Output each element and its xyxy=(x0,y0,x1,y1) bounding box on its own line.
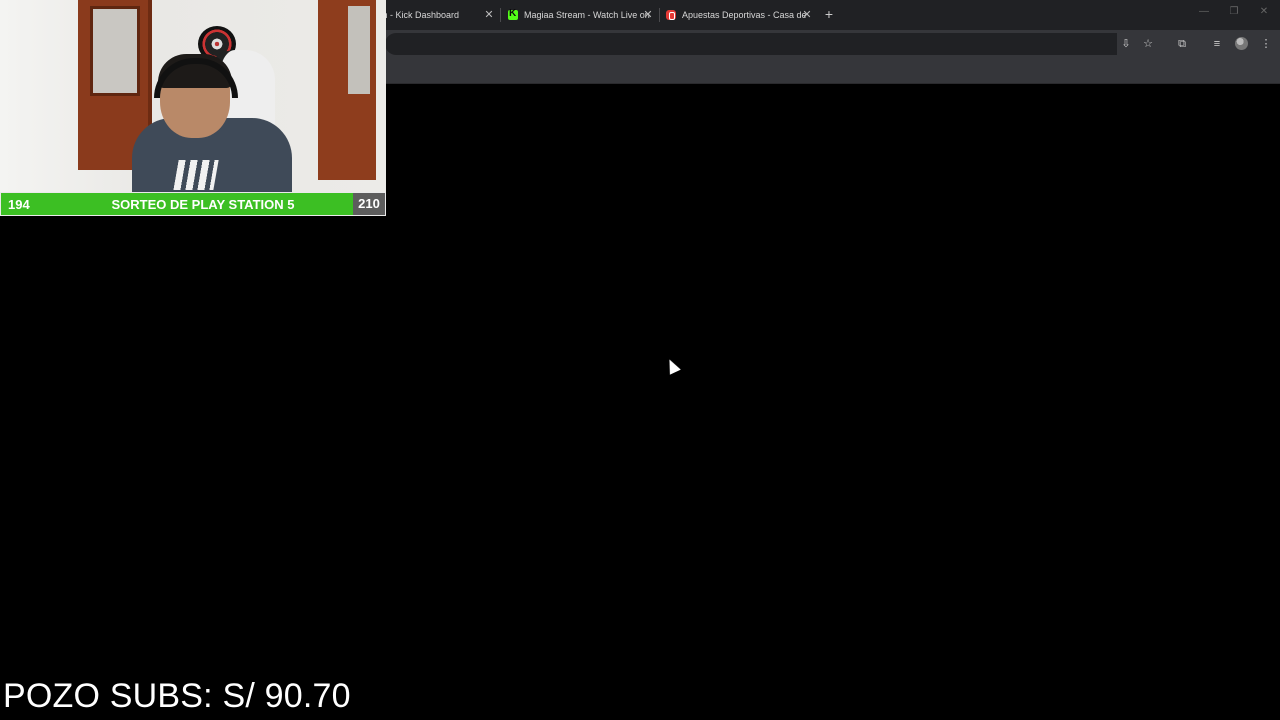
tab-title: Apuestas Deportivas - Casa de xyxy=(682,10,807,20)
banner-left-count: 194 xyxy=(8,196,30,212)
banner-right-count: 210 xyxy=(353,193,385,215)
tab-kick-dashboard[interactable]: m - Kick Dashboard ✕ xyxy=(380,4,495,26)
webcam-feed xyxy=(0,0,386,193)
tab-title: m - Kick Dashboard xyxy=(380,10,460,20)
new-tab-button[interactable]: + xyxy=(822,5,836,23)
address-bar[interactable] xyxy=(385,33,1117,55)
install-icon[interactable]: ⇩ xyxy=(1119,37,1133,51)
tab-close-icon[interactable]: ✕ xyxy=(801,8,813,22)
tab-close-icon[interactable]: ✕ xyxy=(483,8,495,22)
restore-icon[interactable]: ❐ xyxy=(1227,6,1241,17)
tab-apuestas-deportivas[interactable]: Apuestas Deportivas - Casa de ✕ xyxy=(666,4,813,26)
menu-kebab-icon[interactable]: ⋮ xyxy=(1259,37,1273,51)
tab-title: Magiaa Stream - Watch Live on xyxy=(524,10,650,20)
door-right xyxy=(318,0,376,180)
tab-magiaa-stream[interactable]: Magiaa Stream - Watch Live on ✕ xyxy=(508,4,654,26)
tab-separator xyxy=(500,8,501,22)
media-controls-icon[interactable]: ≡ xyxy=(1210,37,1224,51)
subs-pot-text: POZO SUBS: S/ 90.70 xyxy=(3,677,351,715)
shirt-logo xyxy=(173,160,219,190)
tab-close-icon[interactable]: ✕ xyxy=(642,8,654,22)
betting-site-icon xyxy=(666,10,676,20)
kick-logo-icon xyxy=(508,8,518,20)
minimize-icon[interactable]: — xyxy=(1197,6,1211,17)
giveaway-banner: 194 SORTEO DE PLAY STATION 5 210 xyxy=(0,192,386,216)
tab-separator xyxy=(659,8,660,22)
bookmark-star-icon[interactable]: ☆ xyxy=(1141,37,1155,51)
profile-avatar-icon[interactable] xyxy=(1235,37,1248,50)
window-close-icon[interactable]: ✕ xyxy=(1257,6,1271,17)
banner-title: SORTEO DE PLAY STATION 5 xyxy=(111,196,295,212)
extensions-icon[interactable]: ⧉ xyxy=(1175,37,1189,51)
